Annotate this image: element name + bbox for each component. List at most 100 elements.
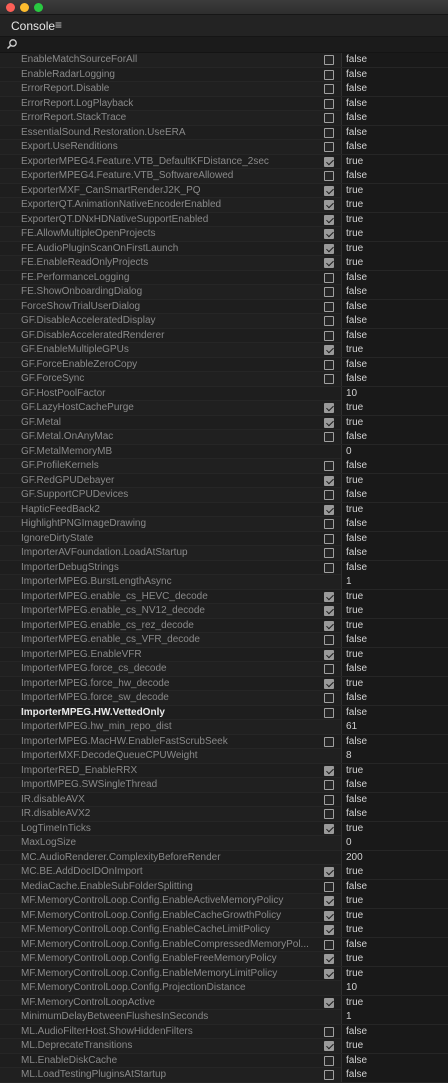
- flag-checkbox[interactable]: [324, 910, 334, 921]
- flag-value-field[interactable]: true: [341, 473, 448, 488]
- flag-value-field[interactable]: true: [341, 821, 448, 836]
- flag-value-field[interactable]: 1: [341, 1010, 448, 1024]
- flag-checkbox[interactable]: [324, 330, 334, 341]
- flag-checkbox[interactable]: [324, 765, 334, 776]
- search-bar[interactable]: [0, 37, 448, 53]
- flag-checkbox[interactable]: [324, 997, 334, 1008]
- flag-value-field[interactable]: false: [341, 488, 448, 502]
- flag-checkbox[interactable]: [324, 925, 334, 935]
- flag-value-field[interactable]: false: [341, 459, 448, 473]
- flag-value-field[interactable]: false: [341, 937, 448, 952]
- flag-value-field[interactable]: true: [341, 241, 448, 256]
- window-minimize-button[interactable]: [20, 3, 29, 12]
- flag-checkbox[interactable]: [324, 461, 334, 471]
- flag-checkbox[interactable]: [324, 620, 334, 631]
- flag-checkbox[interactable]: [324, 113, 334, 123]
- flag-value-field[interactable]: true: [341, 647, 448, 662]
- flag-checkbox[interactable]: [324, 968, 334, 979]
- flag-value-field[interactable]: true: [341, 502, 448, 517]
- flag-value-field[interactable]: false: [341, 705, 448, 720]
- flag-value-field[interactable]: false: [341, 169, 448, 183]
- flag-value-field[interactable]: false: [341, 53, 448, 67]
- flag-checkbox[interactable]: [324, 562, 334, 573]
- flag-value-field[interactable]: true: [341, 415, 448, 430]
- flag-value-field[interactable]: false: [341, 546, 448, 560]
- flag-value-field[interactable]: true: [341, 227, 448, 241]
- flag-checkbox[interactable]: [324, 127, 334, 138]
- flag-value-field[interactable]: 8: [341, 749, 448, 763]
- flag-value-field[interactable]: 61: [341, 720, 448, 734]
- flag-checkbox[interactable]: [324, 156, 334, 167]
- flag-value-field[interactable]: false: [341, 531, 448, 546]
- flag-value-field[interactable]: false: [341, 792, 448, 807]
- flag-checkbox[interactable]: [324, 519, 334, 529]
- flag-value-field[interactable]: 1: [341, 575, 448, 589]
- flag-checkbox[interactable]: [324, 345, 334, 355]
- flag-checkbox[interactable]: [324, 142, 334, 152]
- flag-value-field[interactable]: false: [341, 270, 448, 285]
- flag-value-field[interactable]: true: [341, 763, 448, 778]
- flag-value-field[interactable]: 0: [341, 836, 448, 850]
- flag-value-field[interactable]: true: [341, 256, 448, 270]
- flag-checkbox[interactable]: [324, 84, 334, 94]
- flag-value-field[interactable]: false: [341, 517, 448, 531]
- flag-value-field[interactable]: false: [341, 662, 448, 676]
- flag-value-field[interactable]: false: [341, 357, 448, 372]
- flag-checkbox[interactable]: [324, 287, 334, 297]
- flag-checkbox[interactable]: [324, 606, 334, 616]
- flag-checkbox[interactable]: [324, 867, 334, 877]
- flag-value-field[interactable]: false: [341, 430, 448, 444]
- flag-checkbox[interactable]: [324, 475, 334, 486]
- flag-value-field[interactable]: true: [341, 952, 448, 966]
- flag-checkbox[interactable]: [324, 272, 334, 283]
- flag-checkbox[interactable]: [324, 258, 334, 268]
- flag-value-field[interactable]: 200: [341, 850, 448, 865]
- flag-checkbox[interactable]: [324, 954, 334, 964]
- flag-checkbox[interactable]: [324, 69, 334, 80]
- flag-checkbox[interactable]: [324, 359, 334, 370]
- flag-value-field[interactable]: false: [341, 1053, 448, 1068]
- flag-value-field[interactable]: false: [341, 328, 448, 343]
- flag-value-field[interactable]: true: [341, 401, 448, 415]
- flag-value-field[interactable]: true: [341, 183, 448, 198]
- flag-value-field[interactable]: false: [341, 140, 448, 154]
- flag-checkbox[interactable]: [324, 823, 334, 834]
- flag-checkbox[interactable]: [324, 171, 334, 181]
- flag-value-field[interactable]: false: [341, 96, 448, 111]
- flag-value-field[interactable]: false: [341, 285, 448, 299]
- flag-value-field[interactable]: true: [341, 995, 448, 1010]
- flag-value-field[interactable]: false: [341, 734, 448, 749]
- flag-checkbox[interactable]: [324, 229, 334, 239]
- flag-value-field[interactable]: false: [341, 67, 448, 82]
- flag-value-field[interactable]: true: [341, 198, 448, 212]
- flag-checkbox[interactable]: [324, 403, 334, 413]
- flag-checkbox[interactable]: [324, 301, 334, 312]
- flag-checkbox[interactable]: [324, 809, 334, 819]
- window-close-button[interactable]: [6, 3, 15, 12]
- flag-checkbox[interactable]: [324, 794, 334, 805]
- flag-checkbox[interactable]: [324, 55, 334, 65]
- flag-checkbox[interactable]: [324, 504, 334, 515]
- flag-checkbox[interactable]: [324, 780, 334, 790]
- flag-value-field[interactable]: false: [341, 125, 448, 140]
- flag-value-field[interactable]: true: [341, 966, 448, 981]
- flag-checkbox[interactable]: [324, 432, 334, 442]
- flag-checkbox[interactable]: [324, 1041, 334, 1051]
- flag-value-field[interactable]: false: [341, 879, 448, 894]
- flag-checkbox[interactable]: [324, 548, 334, 558]
- flag-checkbox[interactable]: [324, 693, 334, 703]
- flag-value-field[interactable]: true: [341, 604, 448, 618]
- flag-checkbox[interactable]: [324, 649, 334, 660]
- flag-value-field[interactable]: 10: [341, 386, 448, 401]
- flag-value-field[interactable]: true: [341, 1039, 448, 1053]
- flag-value-field[interactable]: false: [341, 82, 448, 96]
- flag-value-field[interactable]: 10: [341, 981, 448, 995]
- panel-title[interactable]: Console: [11, 19, 55, 33]
- flag-checkbox[interactable]: [324, 736, 334, 747]
- flag-value-field[interactable]: true: [341, 618, 448, 633]
- window-maximize-button[interactable]: [34, 3, 43, 12]
- flag-value-field[interactable]: false: [341, 560, 448, 575]
- flag-checkbox[interactable]: [324, 316, 334, 326]
- flag-checkbox[interactable]: [324, 896, 334, 906]
- flag-checkbox[interactable]: [324, 635, 334, 645]
